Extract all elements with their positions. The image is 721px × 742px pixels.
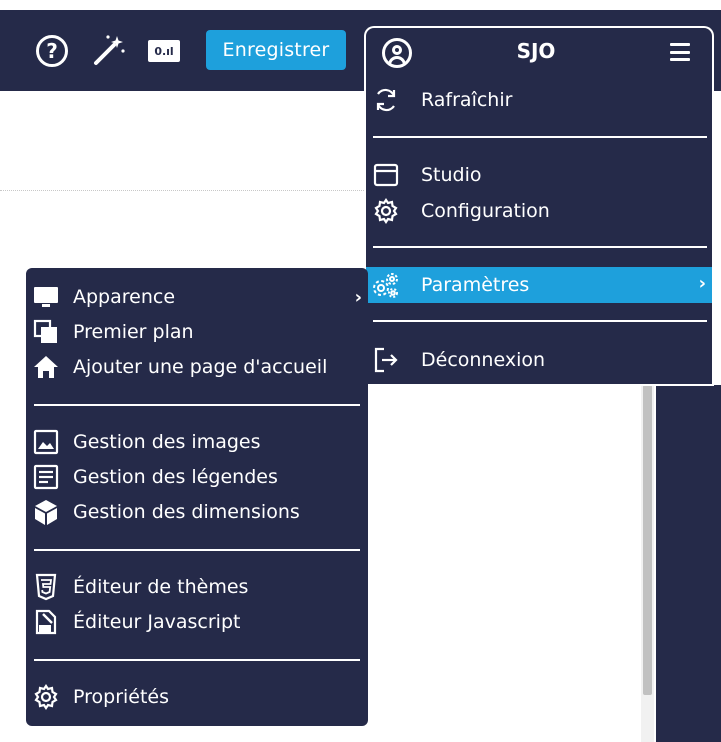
menu-item-label: Configuration (421, 200, 550, 222)
user-dropdown-menu: Rafraîchir Studio Configuration Paramètr… (364, 74, 714, 386)
user-name: SJO (516, 39, 556, 63)
menu-item-refresh[interactable]: Rafraîchir (366, 82, 712, 118)
scoreboard-icon[interactable]: 0.ıl (148, 40, 180, 62)
cube-icon (32, 498, 60, 526)
magic-wand-icon[interactable] (92, 33, 126, 67)
image-icon (32, 428, 60, 456)
submenu-item-premier-plan[interactable]: Premier plan (26, 315, 368, 349)
gear-icon (372, 197, 400, 225)
submenu-item-label: Premier plan (73, 321, 194, 343)
submenu-item-editeur-javascript[interactable]: Éditeur Javascript (26, 605, 368, 639)
submenu-item-label: Éditeur Javascript (73, 611, 241, 633)
submenu-item-gestion-images[interactable]: Gestion des images (26, 425, 368, 459)
chevron-right-icon: › (354, 286, 362, 308)
menu-item-logout[interactable]: Déconnexion (366, 342, 712, 378)
user-menu-header[interactable]: SJO (364, 26, 714, 74)
gear-icon (32, 683, 60, 711)
scrollbar-thumb[interactable] (643, 385, 652, 695)
submenu-item-proprietes[interactable]: Propriétés (26, 680, 368, 714)
css3-icon (32, 573, 60, 601)
submenu-item-label: Ajouter une page d'accueil (73, 356, 328, 378)
cogs-icon (372, 271, 400, 299)
menu-divider (34, 659, 360, 661)
menu-item-label: Rafraîchir (421, 89, 513, 111)
settings-submenu: Apparence › Premier plan Ajouter une pag… (26, 268, 368, 726)
menu-divider (34, 549, 360, 551)
refresh-icon (372, 86, 400, 114)
user-circle-icon (382, 38, 412, 68)
submenu-item-editeur-themes[interactable]: Éditeur de thèmes (26, 570, 368, 604)
menu-divider (373, 246, 707, 248)
home-icon (32, 353, 60, 381)
top-strip (0, 0, 721, 10)
submenu-item-label: Apparence (73, 286, 176, 308)
right-side-panel (656, 385, 721, 742)
save-button[interactable]: Enregistrer (206, 30, 346, 70)
js-file-icon (32, 608, 60, 636)
logout-icon (372, 346, 400, 374)
question-circle-icon[interactable]: ? (36, 35, 68, 67)
submenu-item-label: Éditeur de thèmes (73, 576, 249, 598)
menu-item-label: Studio (421, 164, 482, 186)
submenu-item-gestion-dimensions[interactable]: Gestion des dimensions (26, 495, 368, 529)
menu-divider (373, 136, 707, 138)
menu-item-label: Déconnexion (421, 349, 546, 371)
legend-icon (32, 463, 60, 491)
submenu-item-gestion-legendes[interactable]: Gestion des légendes (26, 460, 368, 494)
layers-icon (32, 318, 60, 346)
menu-item-studio[interactable]: Studio (366, 157, 712, 193)
menu-item-parametres[interactable]: Paramètres › (366, 267, 712, 303)
hamburger-icon[interactable] (670, 43, 690, 61)
submenu-item-page-accueil[interactable]: Ajouter une page d'accueil (26, 350, 368, 384)
window-icon (372, 161, 400, 189)
submenu-item-apparence[interactable]: Apparence › (26, 280, 368, 314)
submenu-item-label: Gestion des légendes (73, 466, 278, 488)
submenu-item-label: Gestion des dimensions (73, 501, 300, 523)
monitor-icon (32, 283, 60, 311)
menu-item-configuration[interactable]: Configuration (366, 193, 712, 229)
menu-divider (373, 320, 707, 322)
menu-divider (34, 404, 360, 406)
chevron-right-icon: › (698, 273, 706, 294)
menu-item-label: Paramètres (421, 274, 530, 296)
content-divider (0, 190, 370, 191)
submenu-item-label: Propriétés (73, 686, 170, 708)
submenu-item-label: Gestion des images (73, 431, 261, 453)
